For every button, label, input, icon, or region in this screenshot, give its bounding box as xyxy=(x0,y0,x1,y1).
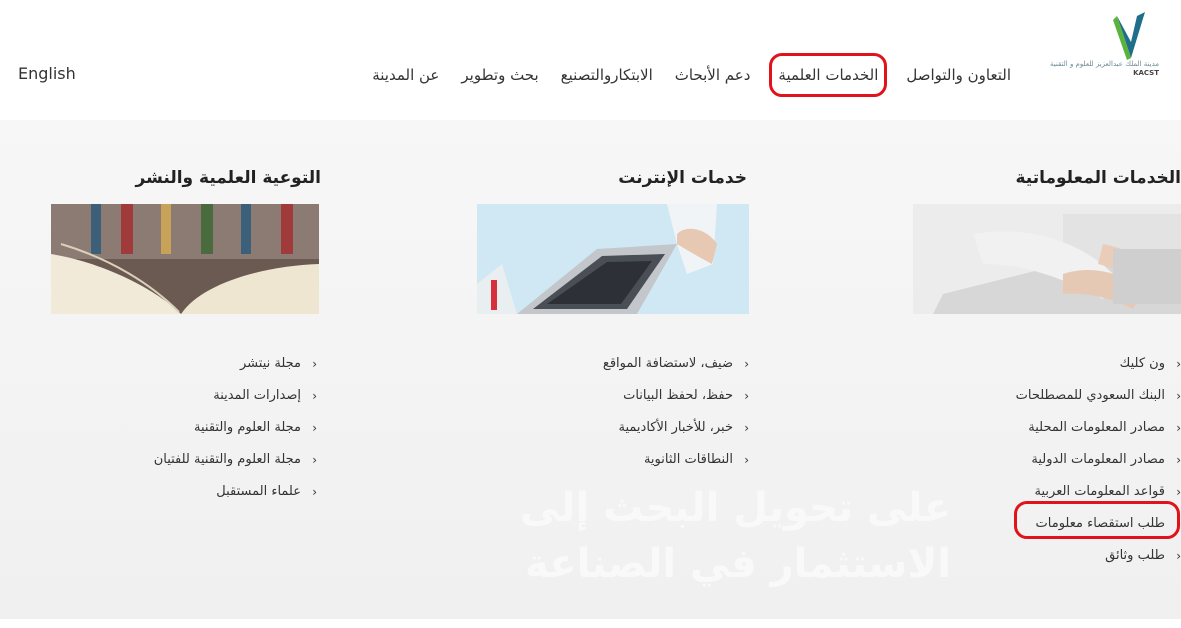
list-item[interactable]: ‹ حفظ، لحفظ البيانات xyxy=(603,380,749,412)
list-item[interactable]: ‹ مجلة نيتشر xyxy=(154,348,317,380)
column-title: التوعية العلمية والنشر xyxy=(135,168,322,188)
logo-caption: مدينة الملك عبدالعزيز للعلوم و التقنية K… xyxy=(1050,60,1159,78)
info-services-list: ‹ ون كليك ‹ البنك السعودي للمصطلحات ‹ مصادر… xyxy=(1016,348,1181,572)
mega-menu-panel: على تحويل البحث إلى الاستثمار في الصناعة… xyxy=(0,120,1181,619)
column-internet-services: خدمات الإنترنت ‹ ضيف، لاستضافة المواقع ‹ ح… xyxy=(473,168,753,628)
nav-scientific-services[interactable]: الخدمات العلمية xyxy=(769,53,888,97)
open-book-image xyxy=(51,204,319,314)
nav-about[interactable]: عن المدينة xyxy=(372,66,439,84)
list-item[interactable]: ‹ البنك السعودي للمصطلحات xyxy=(1016,380,1181,412)
column-information-services: الخدمات المعلوماتية ‹ ون كليك ‹ البنك السع… xyxy=(901,168,1181,628)
chevron-left-icon: ‹ xyxy=(312,453,317,467)
nav-research-support[interactable]: دعم الأبحاث xyxy=(675,66,751,84)
internet-services-list: ‹ ضيف، لاستضافة المواقع ‹ حفظ، لحفظ البيان… xyxy=(603,348,749,476)
nav-cooperation[interactable]: التعاون والتواصل xyxy=(906,66,1011,84)
list-item[interactable]: ‹ إصدارات المدينة xyxy=(154,380,317,412)
chevron-left-icon: ‹ xyxy=(312,389,317,403)
list-item[interactable]: ‹ ضيف، لاستضافة المواقع xyxy=(603,348,749,380)
chevron-left-icon: ‹ xyxy=(312,485,317,499)
list-item[interactable]: ‹ مجلة العلوم والتقنية xyxy=(154,412,317,444)
chevron-left-icon: ‹ xyxy=(1176,389,1181,403)
list-item[interactable]: ‹ النطاقات الثانوية xyxy=(603,444,749,476)
list-item[interactable]: ‹ مجلة العلوم والتقنية للفتيان xyxy=(154,444,317,476)
logo-text-ar: مدينة الملك عبدالعزيز للعلوم و التقنية xyxy=(1050,60,1159,68)
laptop-image xyxy=(477,204,749,314)
chevron-left-icon: ‹ xyxy=(312,421,317,435)
chevron-left-icon: ‹ xyxy=(312,357,317,371)
column-title: الخدمات المعلوماتية xyxy=(1015,168,1181,188)
chevron-left-icon: ‹ xyxy=(744,453,749,467)
list-item[interactable]: ‹ ون كليك xyxy=(1016,348,1181,380)
chevron-left-icon: ‹ xyxy=(744,357,749,371)
list-item[interactable]: ‹ علماء المستقبل xyxy=(154,476,317,508)
logo-text-en: KACST xyxy=(1133,69,1159,77)
chevron-left-icon: ‹ xyxy=(744,389,749,403)
laptop-typing-image xyxy=(913,204,1181,314)
logo-mark-icon xyxy=(1113,12,1145,60)
main-nav: عن المدينة بحث وتطوير الابتكاروالتصنيع د… xyxy=(372,53,1011,97)
chevron-left-icon: ‹ xyxy=(1176,453,1181,467)
chevron-left-icon: ‹ xyxy=(1176,357,1181,371)
highlight-box xyxy=(1014,501,1180,539)
nav-research-development[interactable]: بحث وتطوير xyxy=(461,66,538,84)
chevron-left-icon: ‹ xyxy=(1176,549,1181,563)
chevron-left-icon: ‹ xyxy=(744,421,749,435)
list-item[interactable]: ‹ مصادر المعلومات الدولية xyxy=(1016,444,1181,476)
kacst-logo[interactable] xyxy=(1087,6,1167,96)
nav-innovation[interactable]: الابتكاروالتصنيع xyxy=(561,66,653,84)
column-title: خدمات الإنترنت xyxy=(618,168,747,188)
top-navigation-bar: مدينة الملك عبدالعزيز للعلوم و التقنية K… xyxy=(0,0,1181,120)
language-switch[interactable]: English xyxy=(18,64,76,83)
list-item[interactable]: ‹ خبر، للأخبار الأكاديمية xyxy=(603,412,750,444)
list-item[interactable]: ‹ طلب وثائق xyxy=(1016,540,1181,572)
chevron-left-icon: ‹ xyxy=(1176,485,1181,499)
publishing-list: ‹ مجلة نيتشر ‹ إصدارات المدينة ‹ مجلة العلو… xyxy=(154,348,317,508)
chevron-left-icon: ‹ xyxy=(1176,421,1181,435)
column-awareness-publishing: التوعية العلمية والنشر ‹ مجلة نيتشر ‹ إصدا… xyxy=(45,168,325,628)
list-item[interactable]: ‹ مصادر المعلومات المحلية xyxy=(1016,412,1181,444)
